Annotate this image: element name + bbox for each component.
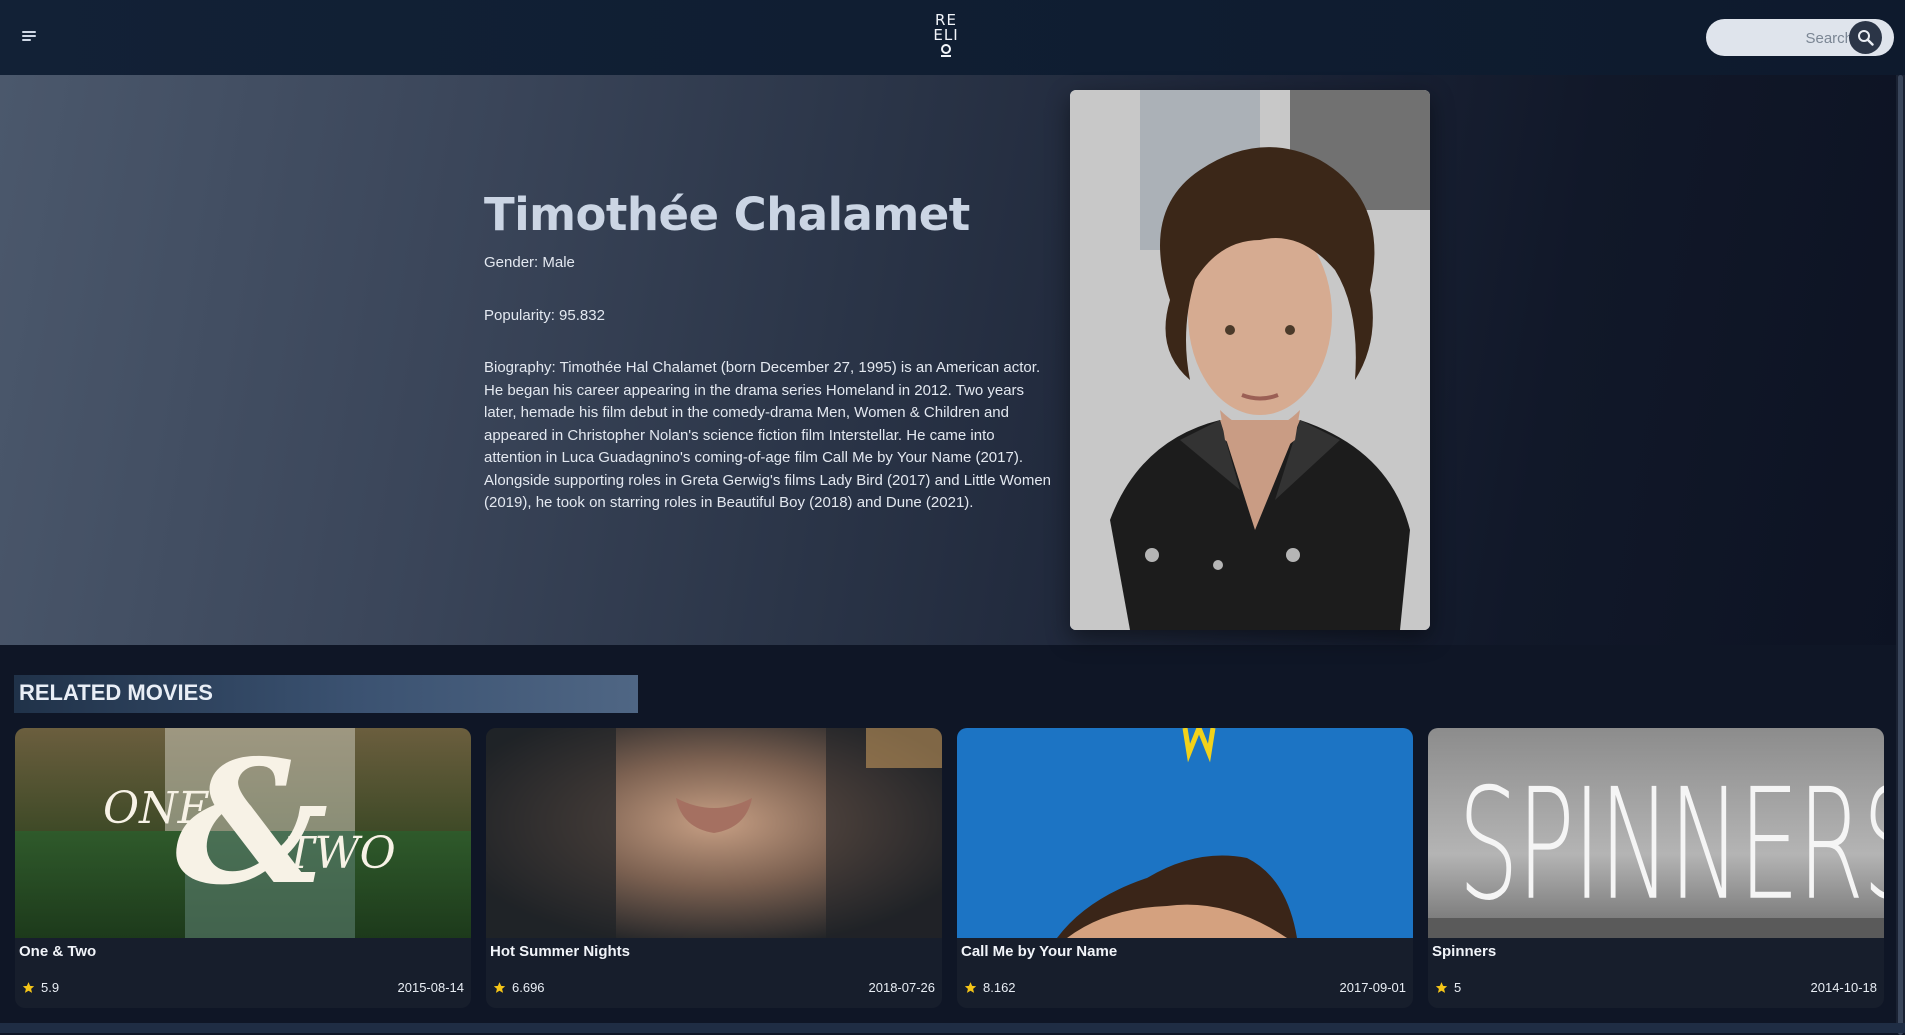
movie-rating-value: 5 xyxy=(1454,980,1462,995)
star-icon xyxy=(493,982,506,993)
site-logo[interactable]: RE ELI xyxy=(931,13,961,61)
star-icon xyxy=(1435,982,1448,993)
movie-rating: 6.696 xyxy=(493,980,545,995)
hamburger-menu-icon[interactable] xyxy=(22,31,38,43)
movie-poster[interactable]: SPINNERS xyxy=(1428,728,1884,938)
page-scrollbar-thumb[interactable] xyxy=(1898,75,1903,1035)
person-name: Timothée Chalamet xyxy=(484,188,970,241)
movie-rating-value: 8.162 xyxy=(983,980,1016,995)
movie-rating: 8.162 xyxy=(964,980,1016,995)
poster-title-spinners: SPINNERS xyxy=(1458,755,1884,935)
movie-poster[interactable] xyxy=(957,728,1413,938)
movie-release-date: 2017-09-01 xyxy=(1339,980,1407,995)
star-icon xyxy=(22,982,35,993)
search-icon xyxy=(1858,30,1874,46)
movie-poster[interactable]: ONE & TWO xyxy=(15,728,471,938)
movie-title[interactable]: Spinners xyxy=(1432,943,1496,960)
movie-card[interactable]: Call Me by Your Name 8.162 2017-09-01 xyxy=(957,728,1413,1008)
poster-title-two: TWO xyxy=(285,828,396,879)
movie-rating: 5.9 xyxy=(22,980,59,995)
movie-release-date: 2015-08-14 xyxy=(397,980,465,995)
poster-title-ampersand: & xyxy=(175,728,329,923)
person-popularity: Popularity: 95.832 xyxy=(484,307,605,324)
logo-mark-icon xyxy=(941,44,951,57)
search-input[interactable] xyxy=(1726,26,1855,50)
movie-title[interactable]: One & Two xyxy=(19,943,96,960)
movie-release-date: 2014-10-18 xyxy=(1810,980,1878,995)
movie-title[interactable]: Hot Summer Nights xyxy=(490,943,630,960)
logo-text-line-2: ELI xyxy=(933,26,959,44)
related-movies-header: RELATED MOVIES xyxy=(14,675,638,713)
movie-release-date: 2018-07-26 xyxy=(868,980,936,995)
person-biography: Biography: Timothée Hal Chalamet (born D… xyxy=(484,359,1052,511)
person-gender: Gender: Male xyxy=(484,254,575,271)
movie-card[interactable]: SPINNERS Spinners 5 2014-10-18 xyxy=(1428,728,1884,1008)
movie-rating: 5 xyxy=(1435,980,1461,995)
movie-title[interactable]: Call Me by Your Name xyxy=(961,943,1117,960)
star-icon xyxy=(964,982,977,993)
search-button[interactable] xyxy=(1849,21,1882,54)
movie-poster[interactable] xyxy=(486,728,942,938)
page-bottom-edge xyxy=(0,1023,1905,1033)
movie-rating-value: 6.696 xyxy=(512,980,545,995)
movie-card[interactable]: ONE & TWO One & Two 5.9 2015-08-14 xyxy=(15,728,471,1008)
person-portrait xyxy=(1070,90,1430,630)
movie-card[interactable]: Hot Summer Nights 6.696 2018-07-26 xyxy=(486,728,942,1008)
top-navigation-bar: RE ELI xyxy=(0,0,1905,76)
movie-rating-value: 5.9 xyxy=(41,980,60,995)
related-movies-heading: RELATED MOVIES xyxy=(19,680,213,705)
